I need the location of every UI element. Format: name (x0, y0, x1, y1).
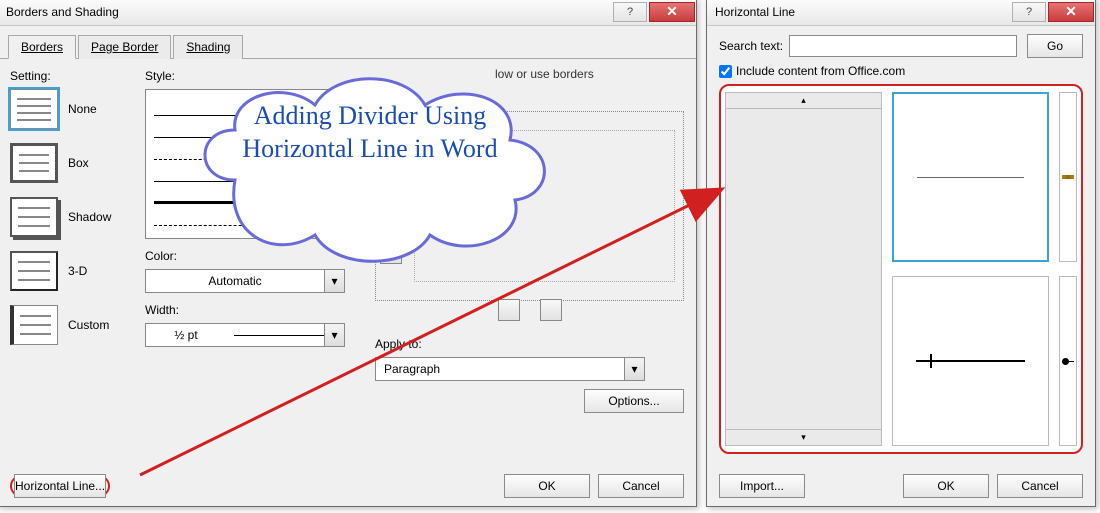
style-label: Style: (145, 69, 365, 83)
preview-hint: low or use borders (375, 67, 684, 81)
go-button[interactable]: Go (1027, 34, 1083, 58)
width-sample-icon (234, 335, 324, 336)
include-office-check-input[interactable] (719, 65, 732, 78)
border-bottom-toggle[interactable] (380, 242, 402, 264)
ok-button[interactable]: OK (504, 474, 590, 498)
apply-to-label: Apply to: (375, 337, 684, 351)
border-top-toggle[interactable] (380, 148, 402, 170)
horizontal-line-button[interactable]: Horizontal Line... (14, 474, 106, 498)
color-label: Color: (145, 249, 365, 263)
tab-page-border[interactable]: Page Border (78, 35, 171, 59)
scroll-down-icon[interactable]: ▾ (726, 429, 881, 445)
dialog-footer: Horizontal Line... OK Cancel (0, 474, 696, 498)
close-button[interactable]: ✕ (649, 2, 695, 22)
apply-to-combo[interactable]: Paragraph ▾ (375, 357, 645, 381)
setting-box[interactable]: Box (10, 143, 145, 183)
color-combo[interactable]: Automatic ▾ (145, 269, 345, 293)
width-label: Width: (145, 303, 365, 317)
annotation-circle: Horizontal Line... (10, 475, 110, 497)
setting-box-icon (10, 143, 58, 183)
dialog-footer: Import... OK Cancel (707, 474, 1095, 498)
setting-none[interactable]: None (10, 89, 145, 129)
options-button[interactable]: Options... (584, 389, 684, 413)
search-label: Search text: (719, 39, 783, 53)
line-thumb-3[interactable] (892, 276, 1049, 446)
preview-column: low or use borders Apply to: Paragraph ▾… (365, 67, 684, 459)
preview-diagram (375, 111, 684, 301)
dialog-title: Borders and Shading (6, 5, 612, 19)
tab-borders[interactable]: Borders (8, 35, 76, 59)
cancel-button[interactable]: Cancel (598, 474, 684, 498)
import-button[interactable]: Import... (719, 474, 805, 498)
tab-shading[interactable]: Shading (173, 35, 243, 59)
tab-bar: Borders Page Border Shading (0, 26, 696, 59)
borders-shading-dialog: Borders and Shading ? ✕ Borders Page Bor… (0, 0, 697, 507)
setting-column: Setting: None Box Shadow 3-D Custom (10, 67, 145, 459)
line-thumb-2[interactable] (1059, 92, 1077, 262)
titlebar[interactable]: Borders and Shading ? ✕ (0, 0, 696, 26)
style-listbox[interactable] (145, 89, 345, 239)
setting-3d-icon (10, 251, 58, 291)
titlebar[interactable]: Horizontal Line ? ✕ (707, 0, 1095, 26)
cancel-button[interactable]: Cancel (997, 474, 1083, 498)
chevron-down-icon: ▾ (324, 270, 344, 292)
line-thumb-1[interactable] (892, 92, 1049, 262)
setting-custom[interactable]: Custom (10, 305, 145, 345)
setting-label: Setting: (10, 69, 145, 83)
setting-shadow[interactable]: Shadow (10, 197, 145, 237)
width-combo[interactable]: ½ pt ▾ (145, 323, 345, 347)
help-button[interactable]: ? (613, 2, 647, 22)
help-button[interactable]: ? (1012, 2, 1046, 22)
search-input[interactable] (789, 35, 1017, 57)
setting-3d[interactable]: 3-D (10, 251, 145, 291)
scrollbar[interactable]: ▴ ▾ (725, 92, 882, 446)
setting-none-icon (10, 89, 58, 129)
border-right-toggle[interactable] (540, 299, 562, 321)
dialog-title: Horizontal Line (715, 5, 1011, 19)
setting-shadow-icon (10, 197, 58, 237)
chevron-down-icon: ▾ (324, 324, 344, 346)
line-thumb-4[interactable] (1059, 276, 1077, 446)
setting-custom-icon (10, 305, 58, 345)
chevron-down-icon: ▾ (624, 358, 644, 380)
horizontal-line-dialog: Horizontal Line ? ✕ Search text: Go Incl… (706, 0, 1096, 507)
ok-button[interactable]: OK (903, 474, 989, 498)
close-button[interactable]: ✕ (1048, 2, 1094, 22)
style-column: Style: Color: Automatic ▾ Width: ½ pt ▾ (145, 67, 365, 459)
search-row: Search text: Go (719, 34, 1083, 58)
include-office-checkbox[interactable]: Include content from Office.com (719, 64, 1083, 78)
results-grid: ▴ ▾ (719, 84, 1083, 454)
border-left-toggle[interactable] (498, 299, 520, 321)
scroll-up-icon[interactable]: ▴ (726, 93, 881, 109)
